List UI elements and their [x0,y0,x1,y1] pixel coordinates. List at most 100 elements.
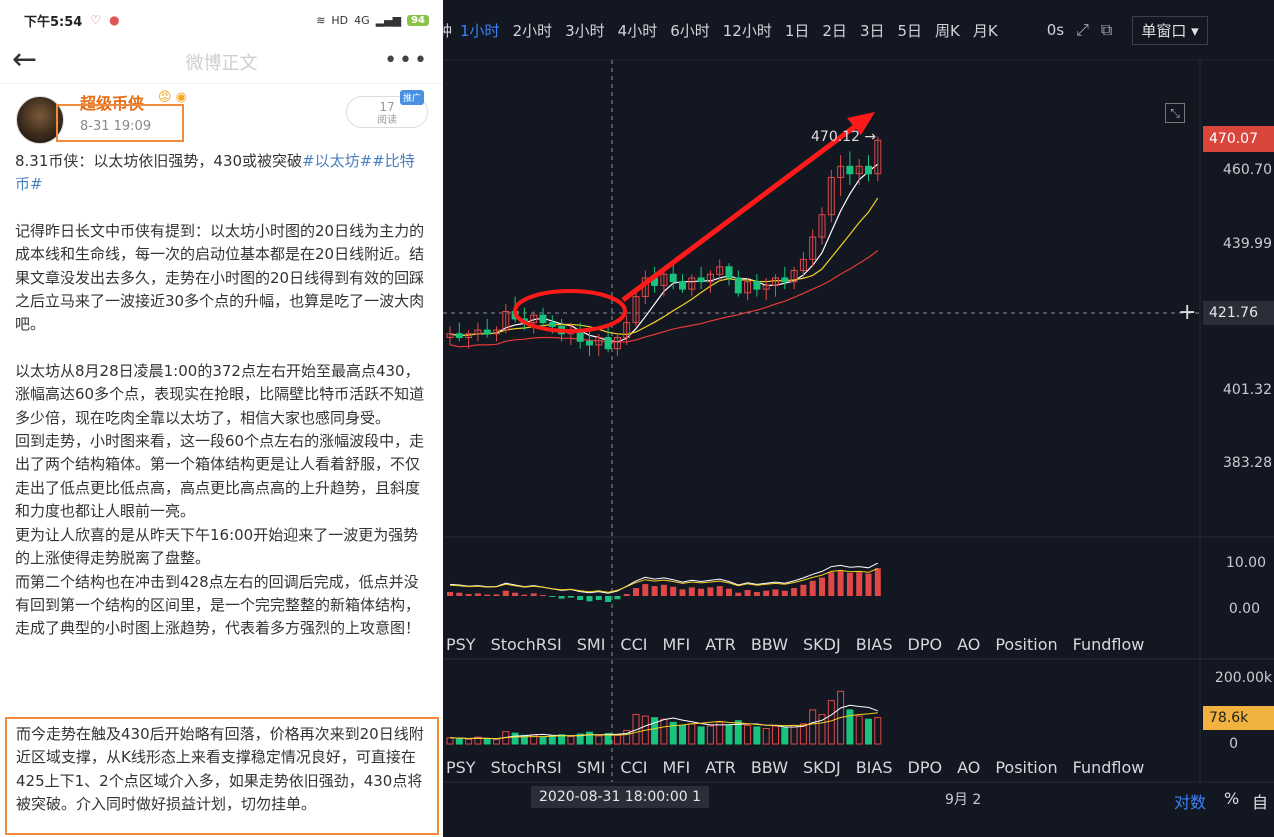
volume-bar [827,700,835,745]
bias-axis-label: 10.00 [1225,555,1266,571]
expand-icon[interactable]: ⤡ [1165,103,1185,123]
indicator-skdj[interactable]: SKDJ [803,758,841,777]
candle-body [734,277,742,294]
indicator-stochrsi[interactable]: StochRSI [491,758,562,777]
bias-bar [484,594,491,596]
bias-bar [474,593,481,596]
bias-bar [549,596,556,597]
author-header: 超级币侠 😡 ◉ 8-31 19:09 17 阅读 推广 [0,84,443,150]
indicator-cci[interactable]: CCI [620,758,647,777]
indicator-mfi[interactable]: MFI [662,635,690,654]
post-paragraph: 更为让人欣喜的是从昨天下午16:00开始迎来了一波更为强势的上涨使得走势脱离了盘… [15,525,419,568]
indicator-cci[interactable]: CCI [620,635,647,654]
indicator-smi[interactable]: SMI [577,635,606,654]
bias-bar [502,590,509,596]
volume-bar [465,738,473,745]
volume-bar [511,732,519,745]
vip-badge-icon: 😡 ◉ [158,90,188,105]
indicator-stochrsi[interactable]: StochRSI [491,635,562,654]
status-time: 下午5:54 [24,14,83,30]
volume-bar [539,736,547,745]
bias-bar [586,596,593,602]
indicator-ao[interactable]: AO [957,635,980,654]
bias-bar [512,592,519,596]
indicator-tabs-upper: PSY StochRSI SMI CCI MFI ATR BBW SKDJ BI… [443,629,1203,659]
volume-bar [716,721,724,745]
bias-bar [595,596,602,600]
bias-bar [493,594,500,596]
post-paragraph: 以太坊从8月28日凌晨1:00的372点左右开始至最高点430，涨幅高达60多个… [15,361,425,427]
candle-body [548,322,556,327]
volume-bar [790,724,798,745]
volume-axis-label: 200.00k [1214,670,1272,686]
bias-bar [772,589,779,596]
status-icons: ≋ HD 4G ▂▄▆ 94 [316,14,429,27]
indicator-bias[interactable]: BIAS [856,635,893,654]
indicator-ao[interactable]: AO [957,758,980,777]
indicator-bbw[interactable]: BBW [751,758,788,777]
bias-bar [540,595,546,597]
post-paragraph: 回到走势，小时图来看，这一段60个点左右的涨幅波段中，走出了两个结构箱体。第一个… [15,432,425,521]
signal-label: 4G [354,13,370,27]
bias-bar [781,590,788,596]
notification-icon: ♡ [90,13,102,27]
bias-bar [846,572,853,596]
volume-bar [697,726,705,745]
back-arrow-icon[interactable]: ← [12,45,37,75]
indicator-psy[interactable]: PSY [446,758,476,777]
weibo-phone-panel: 下午5:54 ♡ ● ≋ HD 4G ▂▄▆ 94 ← 微博正文 ••• 超级币… [0,0,443,837]
candlestick-chart[interactable] [443,0,1274,837]
bias-bar [605,596,612,602]
bias-bar [735,592,742,596]
bias-bar [577,596,584,600]
indicator-bias[interactable]: BIAS [856,758,893,777]
post-paragraph: 记得昨日长文中币侠有提到：以太坊小时图的20日线为主力的成本线和生命线，每一次的… [15,221,425,334]
candle-body [846,165,854,175]
hashtag-ethereum[interactable]: #以太坊# [302,152,372,170]
bias-bar [567,596,574,598]
volume-bar [548,735,556,745]
post-body: 8.31币侠：以太坊依旧强势，430或被突破#以太坊##比特币# 记得昨日长文中… [0,150,443,641]
more-dots-icon[interactable]: ••• [384,48,429,73]
bias-bar [828,572,835,596]
indicator-dpo[interactable]: DPO [908,758,943,777]
indicator-smi[interactable]: SMI [577,758,606,777]
promo-badge[interactable]: 推广 [400,90,425,105]
bias-bar [623,594,630,596]
time-axis: 2020-08-31 18:00:00 1 9月 2 对数 % 自 [443,782,1274,814]
indicator-dpo[interactable]: DPO [908,635,943,654]
log-scale-toggle[interactable]: 对数 [1174,789,1206,813]
candle-body [483,329,491,335]
auto-scale-toggle[interactable]: 自 [1252,789,1268,813]
crosshair-plus-icon[interactable]: + [1178,300,1196,325]
price-axis-label: 383.28 [1223,455,1272,471]
app-badge-icon: ● [109,13,120,27]
indicator-fundflow[interactable]: Fundflow [1073,635,1145,654]
candle-body [753,281,761,290]
percent-scale-toggle[interactable]: % [1224,789,1239,808]
indicator-fundflow[interactable]: Fundflow [1073,758,1145,777]
indicator-mfi[interactable]: MFI [662,758,690,777]
bias-bar [456,592,463,596]
bias-bar [614,596,621,600]
indicator-atr[interactable]: ATR [705,758,736,777]
indicator-bbw[interactable]: BBW [751,635,788,654]
indicator-skdj[interactable]: SKDJ [803,635,841,654]
bias-bar [679,589,686,596]
bias-bar [753,592,760,596]
bias-bar [688,587,695,596]
bias-bar [865,573,872,596]
page-title: 微博正文 [185,52,258,74]
volume-bar [706,725,714,745]
bias-bar [642,584,649,596]
indicator-psy[interactable]: PSY [446,635,476,654]
bias-bar [856,572,863,596]
volume-bar [567,736,575,745]
volume-bar [493,739,500,745]
candle-body [539,314,547,324]
indicator-position[interactable]: Position [995,758,1057,777]
cursor-date-text: 2020-08-31 18:00:00 [539,789,688,805]
volume-bar [781,727,789,745]
indicator-position[interactable]: Position [995,635,1057,654]
indicator-atr[interactable]: ATR [705,635,736,654]
